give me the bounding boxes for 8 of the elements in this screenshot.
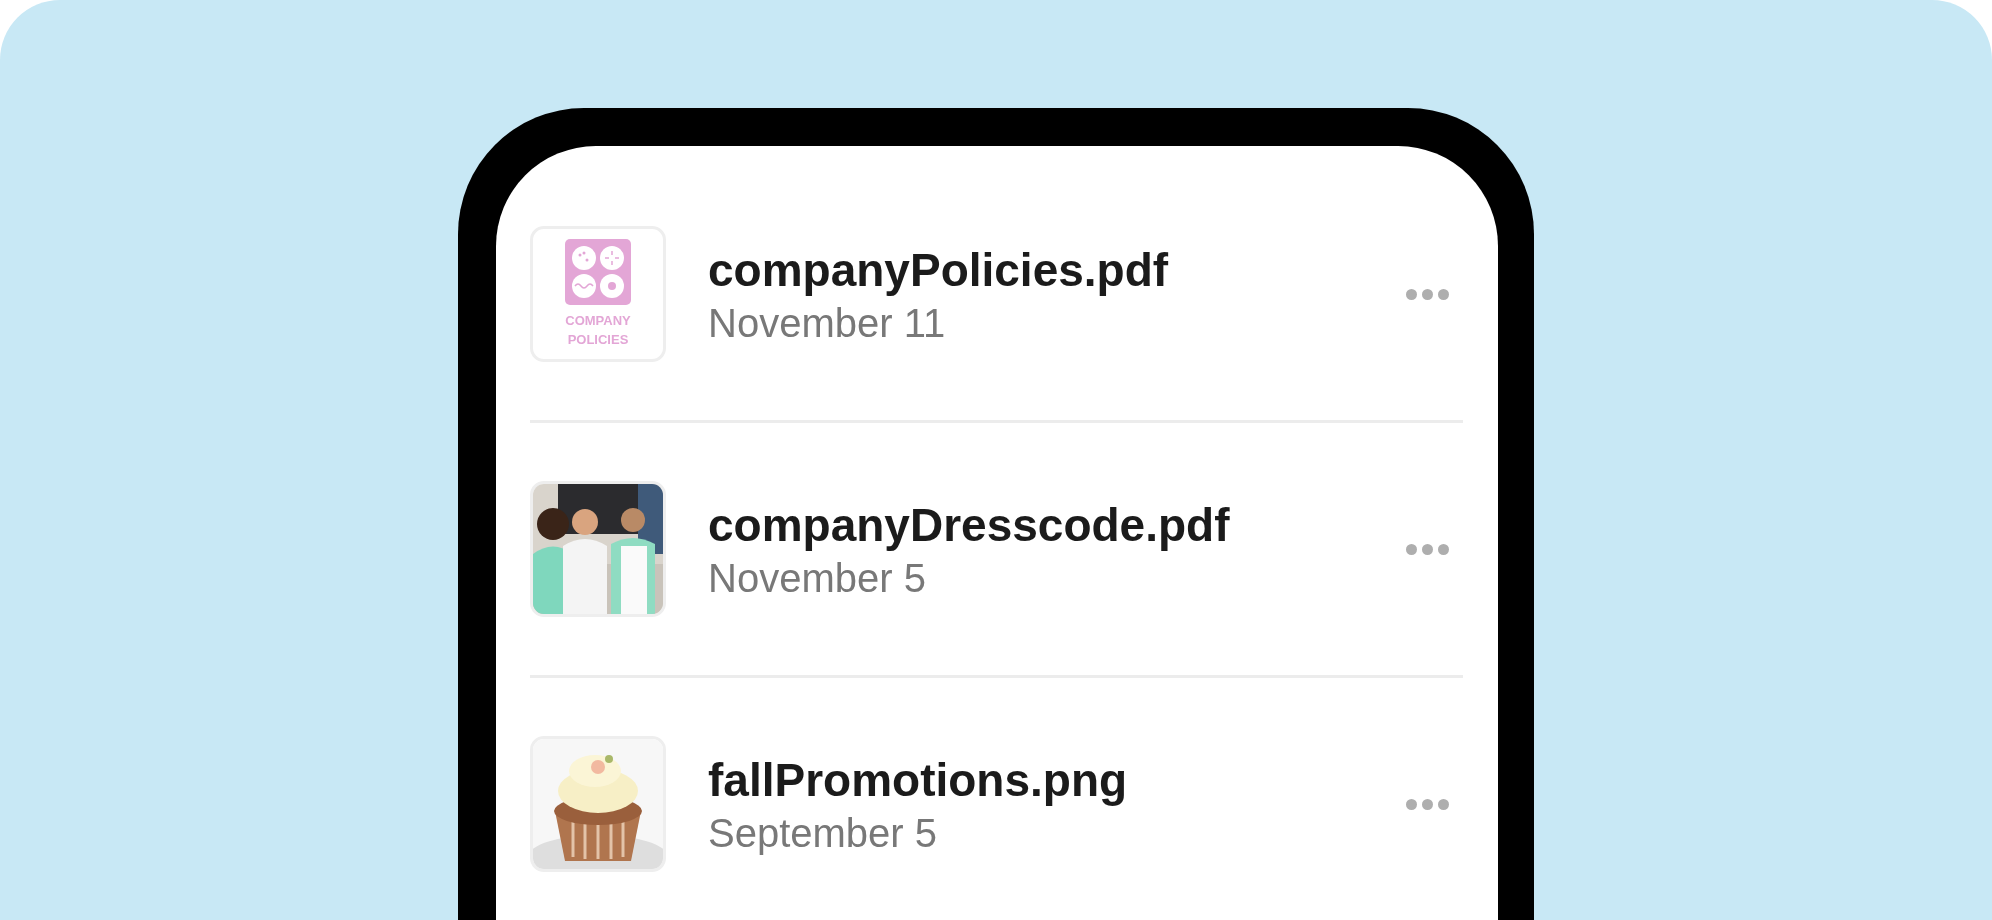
badge-label: COMPANY POLICIES: [565, 312, 631, 349]
file-name: companyDresscode.pdf: [708, 497, 1231, 552]
cookies-icon: [565, 239, 631, 305]
file-date: September 5: [708, 810, 939, 856]
file-name: fallPromotions.png: [708, 752, 1129, 807]
file-date: November 11: [708, 300, 947, 346]
file-name: companyPolicies.pdf: [708, 242, 1170, 297]
file-date: November 5: [708, 555, 927, 601]
